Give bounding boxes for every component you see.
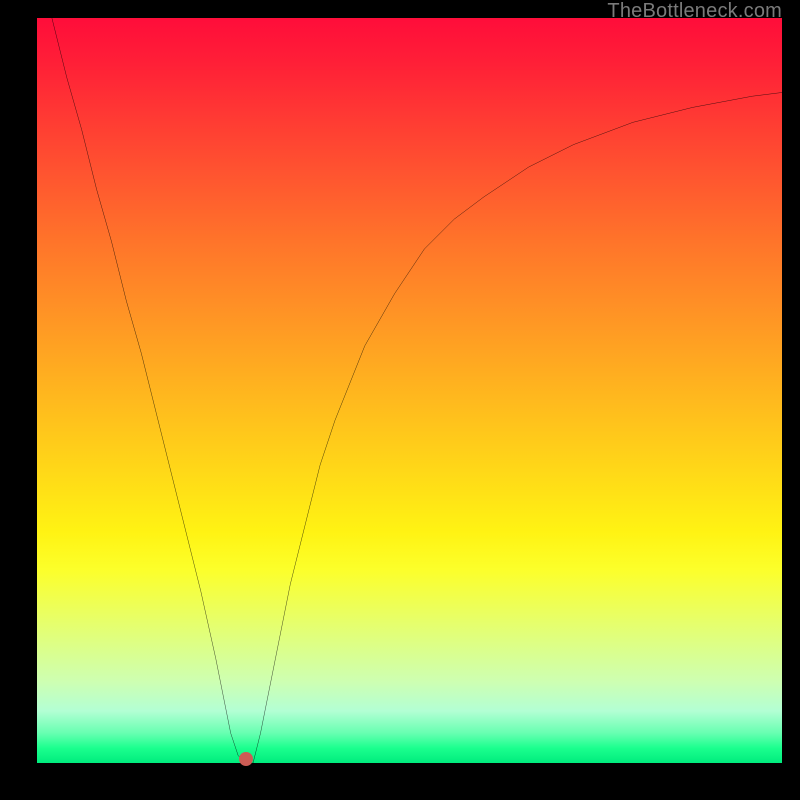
curve-path [52, 18, 782, 763]
optimal-point-marker [239, 752, 253, 766]
plot-area [37, 18, 782, 763]
attribution-watermark: TheBottleneck.com [607, 0, 782, 23]
chart-frame: TheBottleneck.com [0, 0, 800, 800]
bottleneck-curve [37, 18, 782, 763]
